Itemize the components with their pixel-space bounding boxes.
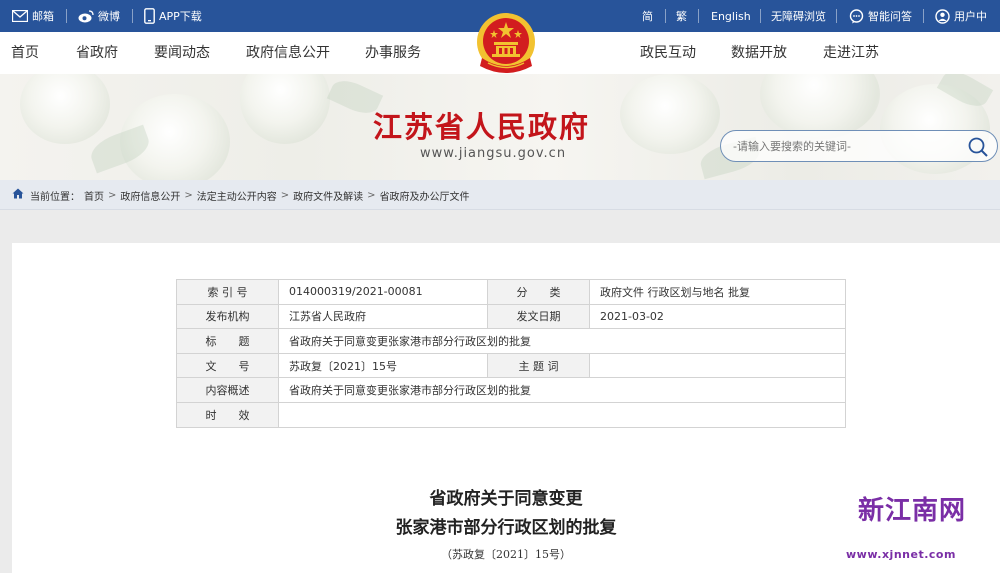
table-row: 索 引 号 014000319/2021-00081 分 类 政府文件 行政区划… [176, 279, 846, 305]
search-input[interactable] [733, 137, 953, 155]
index-number-value: 014000319/2021-00081 [278, 279, 488, 305]
nav-news[interactable]: 要闻动态 [154, 32, 210, 74]
user-icon [935, 8, 950, 24]
mail-link[interactable]: 邮箱 [12, 0, 54, 32]
document-title-line-1: 省政府关于同意变更 [429, 489, 583, 509]
nav-provincial-government[interactable]: 省政府 [76, 32, 118, 74]
decorative-flower [240, 74, 330, 144]
publisher-value: 江苏省人民政府 [278, 303, 488, 330]
header-banner: 江苏省人民政府 www.jiangsu.gov.cn [0, 74, 1000, 180]
validity-key: 时 效 [176, 401, 279, 428]
document-metadata-table: 索 引 号 014000319/2021-00081 分 类 政府文件 行政区划… [176, 279, 846, 428]
weibo-link[interactable]: 微博 [78, 0, 120, 32]
home-icon [12, 188, 24, 202]
document-number-value: 苏政复〔2021〕15号 [278, 352, 488, 379]
nav-interaction[interactable]: 政民互动 [640, 32, 696, 74]
table-row: 文 号 苏政复〔2021〕15号 主 题 词 [176, 352, 846, 379]
traditional-label: 繁 [676, 10, 687, 23]
search-icon[interactable] [967, 136, 989, 158]
breadcrumb-separator: > [184, 189, 193, 201]
simplified-label: 简 [642, 10, 653, 23]
table-row: 标 题 省政府关于同意变更张家港市部分行政区划的批复 [176, 328, 846, 354]
decorative-flower [620, 74, 720, 154]
smart-qa-label: 智能问答 [868, 10, 912, 23]
category-value: 政府文件 行政区划与地名 批复 [589, 279, 846, 305]
breadcrumb-lead: 当前位置： [30, 191, 80, 203]
breadcrumb-item-gov-documents[interactable]: 政府文件及解读 [293, 188, 363, 203]
user-center-label: 用户中 [954, 10, 987, 23]
table-row: 内容概述 省政府关于同意变更张家港市部分行政区划的批复 [176, 377, 846, 403]
mail-label: 邮箱 [32, 10, 54, 23]
nav-about-jiangsu[interactable]: 走进江苏 [823, 32, 879, 74]
breadcrumb-item-home[interactable]: 首页 [84, 188, 104, 203]
issue-date-key: 发文日期 [487, 303, 590, 330]
breadcrumb-item-statutory-content[interactable]: 法定主动公开内容 [197, 188, 277, 203]
site-title[interactable]: 江苏省人民政府 [373, 104, 590, 146]
title-key: 标 题 [176, 328, 279, 354]
simplified-chinese-link[interactable]: 简 [642, 0, 653, 32]
publisher-key: 发布机构 [176, 303, 279, 330]
nav-info-disclosure[interactable]: 政府信息公开 [246, 32, 330, 74]
decorative-flower [20, 74, 110, 144]
nav-home[interactable]: 首页 [11, 32, 39, 74]
site-url: www.jiangsu.gov.cn [420, 146, 567, 161]
smart-qa-link[interactable]: 智能问答 [849, 0, 912, 32]
traditional-chinese-link[interactable]: 繁 [676, 0, 687, 32]
category-key: 分 类 [487, 279, 590, 305]
phone-icon [144, 8, 155, 24]
watermark-url: www.xjnnet.com [846, 548, 956, 561]
user-center-link[interactable]: 用户中 [935, 0, 987, 32]
document-number-key: 文 号 [176, 352, 279, 379]
subject-key: 主 题 词 [487, 352, 590, 379]
chat-icon [849, 8, 864, 24]
summary-value: 省政府关于同意变更张家港市部分行政区划的批复 [278, 377, 846, 403]
english-label: English [711, 9, 751, 23]
breadcrumb-item-provincial-documents[interactable]: 省政府及办公厅文件 [380, 188, 470, 203]
title-value: 省政府关于同意变更张家港市部分行政区划的批复 [278, 328, 846, 354]
table-row: 发布机构 江苏省人民政府 发文日期 2021-03-02 [176, 303, 846, 330]
accessible-label: 无障碍浏览 [771, 10, 826, 23]
national-emblem[interactable] [474, 8, 538, 80]
nav-open-data[interactable]: 数据开放 [731, 32, 787, 74]
summary-key: 内容概述 [176, 377, 279, 403]
breadcrumb-bar: 当前位置： 首页 > 政府信息公开 > 法定主动公开内容 > 政府文件及解读 >… [0, 180, 1000, 210]
subject-value [589, 352, 846, 379]
app-label: APP下载 [159, 10, 202, 23]
mail-icon [12, 10, 28, 22]
weibo-label: 微博 [98, 10, 120, 23]
weibo-icon [78, 9, 94, 23]
index-number-key: 索 引 号 [176, 279, 279, 305]
app-download-link[interactable]: APP下载 [144, 0, 202, 32]
english-link[interactable]: English [711, 0, 751, 32]
table-row: 时 效 [176, 401, 846, 428]
validity-value [278, 401, 846, 428]
search-box [720, 130, 998, 162]
breadcrumb-item-info-disclosure[interactable]: 政府信息公开 [120, 188, 180, 203]
issue-date-value: 2021-03-02 [589, 303, 846, 330]
nav-services[interactable]: 办事服务 [365, 32, 421, 74]
article-panel: 索 引 号 014000319/2021-00081 分 类 政府文件 行政区划… [12, 243, 1000, 573]
breadcrumb-separator: > [280, 189, 290, 201]
watermark-site-name: 新江南网 [858, 496, 967, 526]
document-title-line-2: 张家港市部分行政区划的批复 [395, 518, 617, 538]
accessible-browse-link[interactable]: 无障碍浏览 [771, 0, 826, 32]
breadcrumb-separator: > [367, 189, 376, 201]
breadcrumb: 当前位置： 首页 > 政府信息公开 > 法定主动公开内容 > 政府文件及解读 >… [12, 180, 470, 210]
breadcrumb-separator: > [108, 189, 117, 201]
